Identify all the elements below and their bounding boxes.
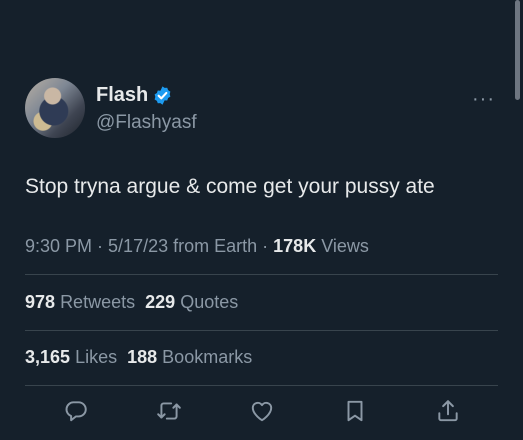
tweet-text: Stop tryna argue & come get your pussy a… [25, 175, 435, 198]
quotes-label: Quotes [180, 292, 239, 312]
author-name[interactable]: Flash [96, 84, 148, 107]
divider [25, 330, 498, 331]
avatar[interactable] [25, 78, 85, 138]
meta-separator: · [257, 236, 274, 256]
divider [25, 274, 498, 275]
views-count: 178K [273, 236, 317, 256]
retweets-label: Retweets [60, 292, 136, 312]
quotes-stat[interactable]: 229 Quotes [145, 292, 238, 312]
retweets-count: 978 [25, 292, 56, 312]
bookmarks-count: 188 [127, 347, 158, 367]
likes-count: 3,165 [25, 347, 71, 367]
stats-row-engagement: 978 Retweets 229 Quotes [25, 292, 238, 313]
author-handle[interactable]: @Flashyasf [96, 112, 197, 134]
retweet-icon[interactable] [156, 398, 182, 424]
likes-label: Likes [75, 347, 118, 367]
more-options-icon[interactable]: ··· [472, 88, 495, 111]
tweet-header: Flash @Flashyasf ··· [25, 78, 495, 142]
tweet-source: from Earth [173, 236, 258, 256]
retweets-stat[interactable]: 978 Retweets [25, 292, 135, 312]
tweet-date[interactable]: 5/17/23 [108, 236, 168, 256]
tweet-time[interactable]: 9:30 PM [25, 236, 92, 256]
reply-icon[interactable] [63, 398, 89, 424]
views-label: Views [321, 236, 369, 256]
share-icon[interactable] [435, 398, 461, 424]
like-icon[interactable] [249, 398, 275, 424]
bookmarks-label: Bookmarks [162, 347, 253, 367]
bookmarks-stat[interactable]: 188 Bookmarks [127, 347, 252, 367]
stats-row-reactions: 3,165 Likes 188 Bookmarks [25, 347, 252, 368]
quotes-count: 229 [145, 292, 176, 312]
bookmark-icon[interactable] [342, 398, 368, 424]
likes-stat[interactable]: 3,165 Likes [25, 347, 117, 367]
meta-separator: · [92, 236, 109, 256]
divider [25, 385, 498, 386]
author-name-row: Flash [96, 84, 173, 107]
scrollbar[interactable] [515, 0, 520, 100]
action-bar [0, 398, 523, 428]
tweet-meta: 9:30 PM · 5/17/23 from Earth · 178K View… [25, 236, 369, 257]
verified-badge-icon [152, 85, 173, 106]
